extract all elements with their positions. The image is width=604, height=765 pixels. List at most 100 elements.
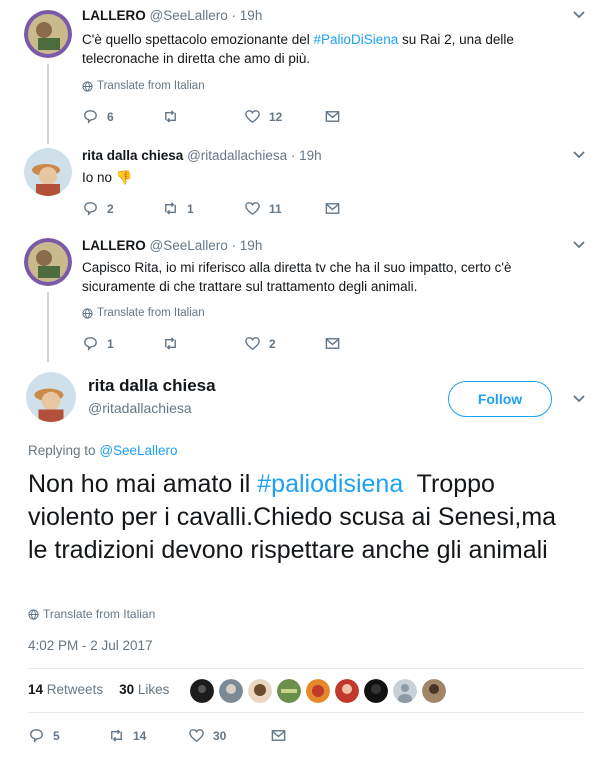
mail-icon — [271, 730, 286, 741]
tweet-text: Io no 👎 — [82, 170, 133, 185]
user-name[interactable]: LALLERO — [82, 8, 146, 23]
liker-avatar[interactable] — [190, 679, 214, 703]
reply-button[interactable]: 6 — [82, 108, 114, 125]
reply-tweet[interactable]: LALLERO @SeeLallero · 19h C'è quello spe… — [0, 8, 604, 136]
replying-to: Replying to @SeeLallero — [28, 443, 178, 458]
like-count: 12 — [269, 109, 283, 124]
chevron-down-icon[interactable] — [572, 150, 586, 160]
message-button[interactable] — [270, 727, 287, 744]
mail-icon — [325, 338, 340, 349]
tweet-header: LALLERO @SeeLallero · 19h — [82, 8, 263, 23]
user-name[interactable]: LALLERO — [82, 238, 146, 253]
avatar[interactable] — [24, 10, 72, 58]
main-tweet-text: Non ho mai amato il #paliodisiena Troppo… — [28, 470, 564, 564]
translate-link[interactable]: Translate from Italian — [82, 80, 205, 92]
reply-button[interactable]: 5 — [28, 727, 60, 744]
reply-count: 1 — [107, 336, 114, 351]
translate-link[interactable]: Translate from Italian — [82, 307, 205, 319]
globe-icon — [82, 307, 93, 319]
avatar[interactable] — [24, 238, 72, 286]
mail-icon — [325, 111, 340, 122]
tweet-text: C'è quello spettacolo emozionante del #P… — [82, 32, 514, 66]
tweet-header: rita dalla chiesa @ritadallachiesa · 19h — [82, 148, 322, 163]
reply-icon — [30, 729, 43, 743]
reply-count: 5 — [53, 728, 60, 743]
retweet-button[interactable] — [162, 108, 187, 125]
user-handle[interactable]: @SeeLallero — [150, 8, 228, 23]
follow-button[interactable]: Follow — [448, 381, 552, 417]
divider — [28, 668, 584, 669]
retweet-button[interactable]: 14 — [108, 727, 146, 744]
reply-button[interactable]: 1 — [82, 335, 114, 352]
like-button[interactable]: 12 — [244, 108, 282, 125]
likes-stat[interactable]: 30 Likes — [119, 682, 169, 697]
like-count: 11 — [269, 201, 282, 216]
heart-icon — [245, 337, 260, 351]
chevron-down-icon[interactable] — [572, 10, 586, 20]
translate-link[interactable]: Translate from Italian — [28, 607, 155, 621]
retweet-icon — [165, 337, 176, 350]
heart-icon — [245, 110, 260, 124]
likers-avatars — [190, 679, 446, 703]
liker-avatar[interactable] — [277, 679, 301, 703]
globe-icon — [82, 80, 93, 92]
main-tweet-actions: 5 14 30 — [28, 727, 328, 747]
liker-avatar[interactable] — [393, 679, 417, 703]
liker-avatar[interactable] — [335, 679, 359, 703]
like-button[interactable]: 11 — [244, 200, 282, 217]
reply-count: 6 — [107, 109, 114, 124]
tweet-text: Capisco Rita, io mi riferisco alla diret… — [82, 260, 512, 294]
reply-icon — [84, 110, 97, 124]
user-handle[interactable]: @SeeLallero — [150, 238, 228, 253]
message-button[interactable] — [324, 335, 341, 352]
tweet-time[interactable]: 19h — [299, 148, 322, 163]
tweet-stats: 14 Retweets 30 Likes — [28, 682, 169, 697]
chevron-down-icon[interactable] — [572, 240, 586, 250]
reply-button[interactable]: 2 — [82, 200, 114, 217]
retweet-icon — [165, 110, 176, 123]
tweet-actions: 2 1 11 — [82, 200, 382, 218]
reply-tweet[interactable]: LALLERO @SeeLallero · 19h Capisco Rita, … — [0, 238, 604, 362]
reply-icon — [84, 202, 97, 216]
like-count: 2 — [269, 336, 276, 351]
user-handle[interactable]: @ritadallachiesa — [187, 148, 287, 163]
reply-icon — [84, 337, 97, 351]
heart-icon — [245, 202, 260, 216]
tweet-actions: 1 2 — [82, 335, 382, 353]
globe-icon — [28, 608, 39, 620]
heart-icon — [189, 729, 204, 743]
liker-avatar[interactable] — [364, 679, 388, 703]
avatar[interactable] — [24, 148, 72, 196]
main-avatar[interactable] — [26, 372, 76, 422]
main-user-handle[interactable]: @ritadallachiesa — [88, 400, 192, 416]
chevron-down-icon[interactable] — [572, 394, 586, 404]
liker-avatar[interactable] — [422, 679, 446, 703]
liker-avatar[interactable] — [219, 679, 243, 703]
like-count: 30 — [213, 728, 227, 743]
user-name[interactable]: rita dalla chiesa — [82, 148, 183, 163]
message-button[interactable] — [324, 200, 341, 217]
tweet-time[interactable]: 19h — [240, 8, 263, 23]
liker-avatar[interactable] — [306, 679, 330, 703]
tweet-time[interactable]: 19h — [240, 238, 263, 253]
divider — [28, 712, 584, 713]
reply-count: 2 — [107, 201, 114, 216]
hashtag-link[interactable]: #PalioDiSiena — [313, 32, 398, 47]
reply-tweet[interactable]: rita dalla chiesa @ritadallachiesa · 19h… — [0, 148, 604, 228]
retweet-icon — [165, 202, 176, 215]
like-button[interactable]: 30 — [188, 727, 226, 744]
retweets-stat[interactable]: 14 Retweets — [28, 682, 103, 697]
tweet-timestamp[interactable]: 4:02 PM - 2 Jul 2017 — [28, 638, 153, 653]
replying-handle-link[interactable]: @SeeLallero — [99, 443, 177, 458]
tweet-actions: 6 12 — [82, 108, 382, 126]
liker-avatar[interactable] — [248, 679, 272, 703]
retweet-button[interactable]: 1 — [162, 200, 194, 217]
retweet-button[interactable] — [162, 335, 187, 352]
like-button[interactable]: 2 — [244, 335, 276, 352]
retweet-count: 1 — [187, 201, 194, 216]
retweet-count: 14 — [133, 728, 147, 743]
main-user-name[interactable]: rita dalla chiesa — [88, 376, 216, 396]
message-button[interactable] — [324, 108, 341, 125]
hashtag-link[interactable]: #paliodisiena — [257, 470, 403, 498]
mail-icon — [325, 203, 340, 214]
